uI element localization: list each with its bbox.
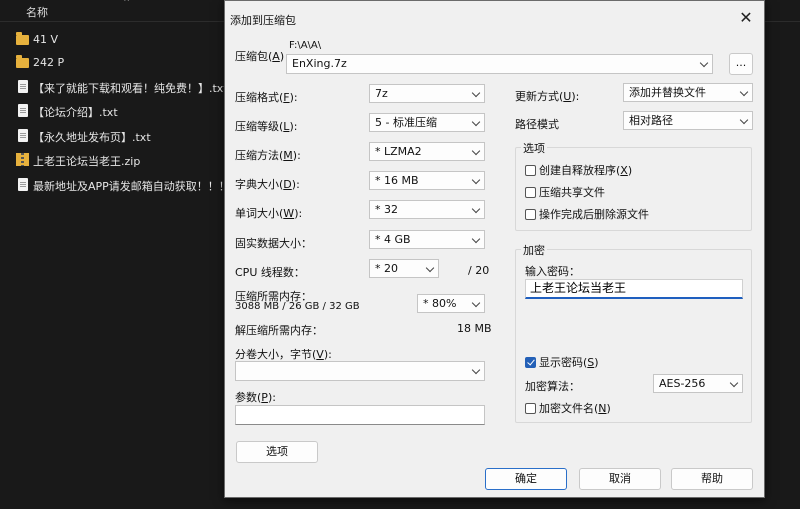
chevron-down-icon bbox=[425, 263, 435, 273]
method-label: 压缩方法(M): bbox=[235, 149, 301, 162]
delete-after-checkbox[interactable]: 操作完成后删除源文件 bbox=[525, 206, 649, 222]
column-name-header[interactable]: 名称 bbox=[26, 4, 48, 20]
add-to-archive-dialog: 添加到压缩包 ✕ 压缩包(A) F:\A\A\ EnXing.7z ... 压缩… bbox=[224, 0, 765, 498]
sfx-checkbox[interactable]: 创建自释放程序(X) bbox=[525, 162, 632, 178]
params-label: 参数(P): bbox=[235, 391, 276, 404]
file-name: 上老王论坛当老王.zip bbox=[33, 155, 141, 168]
level-label: 压缩等级(L): bbox=[235, 120, 298, 133]
file-name: 【来了就能下载和观看！纯免费！】.txt bbox=[33, 82, 228, 95]
list-item[interactable]: 最新地址及APP请发邮箱自动获取！！！.txt bbox=[0, 174, 248, 196]
password-label: 输入密码： bbox=[525, 265, 580, 278]
options-button[interactable]: 选项 bbox=[236, 441, 318, 463]
cpu-threads-select[interactable]: * 20 bbox=[369, 259, 439, 278]
folder-icon bbox=[16, 32, 29, 45]
browse-button[interactable]: ... bbox=[729, 53, 753, 75]
list-item[interactable]: 242 P bbox=[0, 52, 228, 74]
cpu-threads-label: CPU 线程数： bbox=[235, 266, 305, 279]
options-group-title: 选项 bbox=[521, 140, 547, 156]
chevron-down-icon bbox=[471, 117, 481, 127]
chevron-down-icon bbox=[739, 115, 749, 125]
update-mode-select[interactable]: 添加并替换文件 bbox=[623, 83, 753, 102]
archive-label: 压缩包(A) bbox=[235, 50, 285, 63]
format-select[interactable]: 7z bbox=[369, 84, 485, 103]
encryption-group: 加密 输入密码： 上老王论坛当老王 显示密码(S) 加密算法： AES-256 … bbox=[515, 242, 752, 423]
show-password-checkbox[interactable]: 显示密码(S) bbox=[525, 354, 599, 370]
chevron-down-icon bbox=[471, 204, 481, 214]
cancel-button[interactable]: 取消 bbox=[579, 468, 661, 490]
path-mode-label: 路径模式 bbox=[515, 118, 559, 131]
ok-button[interactable]: 确定 bbox=[485, 468, 567, 490]
chevron-down-icon bbox=[729, 378, 739, 388]
file-name: 41 V bbox=[33, 33, 59, 46]
checkbox-icon[interactable] bbox=[525, 186, 536, 198]
text-file-icon bbox=[18, 129, 28, 142]
checkbox-icon[interactable] bbox=[525, 208, 536, 220]
solid-size-select[interactable]: * 4 GB bbox=[369, 230, 485, 249]
chevron-down-icon bbox=[471, 146, 481, 156]
chevron-down-icon bbox=[471, 234, 481, 244]
archive-name-combo[interactable]: EnXing.7z bbox=[286, 54, 713, 74]
format-label: 压缩格式(F): bbox=[235, 91, 298, 104]
chevron-down-icon bbox=[471, 298, 481, 308]
checkbox-checked-icon[interactable] bbox=[525, 356, 536, 368]
list-item[interactable]: 41 V bbox=[0, 29, 228, 51]
list-item[interactable]: 【永久地址发布页】.txt bbox=[0, 125, 228, 147]
text-file-icon bbox=[18, 178, 28, 191]
checkbox-icon[interactable] bbox=[525, 164, 536, 176]
file-name: 【论坛介绍】.txt bbox=[33, 106, 118, 119]
dict-size-label: 字典大小(D): bbox=[235, 178, 300, 191]
solid-size-label: 固实数据大小： bbox=[235, 237, 312, 250]
cpu-threads-max: / 20 bbox=[468, 264, 490, 277]
level-select[interactable]: 5 - 标准压缩 bbox=[369, 113, 485, 132]
help-button[interactable]: 帮助 bbox=[671, 468, 753, 490]
sort-chevron-icon: ⌃ bbox=[122, 0, 132, 9]
chevron-down-icon bbox=[471, 365, 481, 375]
encrypt-filenames-checkbox[interactable]: 加密文件名(N) bbox=[525, 400, 611, 416]
volume-size-combo[interactable] bbox=[235, 361, 485, 381]
encryption-method-label: 加密算法： bbox=[525, 380, 580, 393]
list-item[interactable]: 【来了就能下载和观看！纯免费！】.txt bbox=[0, 76, 228, 98]
method-select[interactable]: * LZMA2 bbox=[369, 142, 485, 161]
memory-usage-select[interactable]: * 80% bbox=[417, 294, 485, 313]
options-group: 选项 创建自释放程序(X) 压缩共享文件 操作完成后删除源文件 bbox=[515, 140, 752, 231]
update-mode-label: 更新方式(U): bbox=[515, 90, 580, 103]
text-file-icon bbox=[18, 104, 28, 117]
dialog-title: 添加到压缩包 bbox=[230, 14, 296, 27]
chevron-down-icon[interactable] bbox=[699, 58, 709, 68]
path-mode-select[interactable]: 相对路径 bbox=[623, 111, 753, 130]
archive-path: F:\A\A\ bbox=[289, 40, 322, 51]
checkbox-icon[interactable] bbox=[525, 402, 536, 414]
chevron-down-icon bbox=[739, 87, 749, 97]
volume-size-label: 分卷大小，字节(V): bbox=[235, 348, 332, 361]
file-name: 【永久地址发布页】.txt bbox=[33, 131, 151, 144]
password-input[interactable]: 上老王论坛当老王 bbox=[525, 279, 743, 299]
params-input[interactable] bbox=[235, 405, 485, 425]
dict-size-select[interactable]: * 16 MB bbox=[369, 171, 485, 190]
file-name: 242 P bbox=[33, 56, 65, 69]
folder-icon bbox=[16, 55, 29, 68]
encryption-group-title: 加密 bbox=[521, 242, 547, 258]
close-icon[interactable]: ✕ bbox=[736, 8, 756, 28]
file-name: 最新地址及APP请发邮箱自动获取！！！.txt bbox=[33, 180, 249, 193]
list-item[interactable]: 上老王论坛当老王.zip bbox=[0, 149, 228, 171]
chevron-down-icon bbox=[471, 175, 481, 185]
word-size-label: 单词大小(W): bbox=[235, 207, 303, 220]
chevron-down-icon bbox=[471, 88, 481, 98]
text-file-icon bbox=[18, 80, 28, 93]
list-item[interactable]: 【论坛介绍】.txt bbox=[0, 100, 228, 122]
decompress-memory-label: 解压缩所需内存： bbox=[235, 324, 323, 337]
shared-files-checkbox[interactable]: 压缩共享文件 bbox=[525, 184, 605, 200]
zip-file-icon bbox=[16, 153, 29, 166]
compress-memory-detail: 3088 MB / 26 GB / 32 GB bbox=[235, 301, 360, 312]
encryption-method-select[interactable]: AES-256 bbox=[653, 374, 743, 393]
word-size-select[interactable]: * 32 bbox=[369, 200, 485, 219]
decompress-memory-value: 18 MB bbox=[457, 322, 492, 335]
